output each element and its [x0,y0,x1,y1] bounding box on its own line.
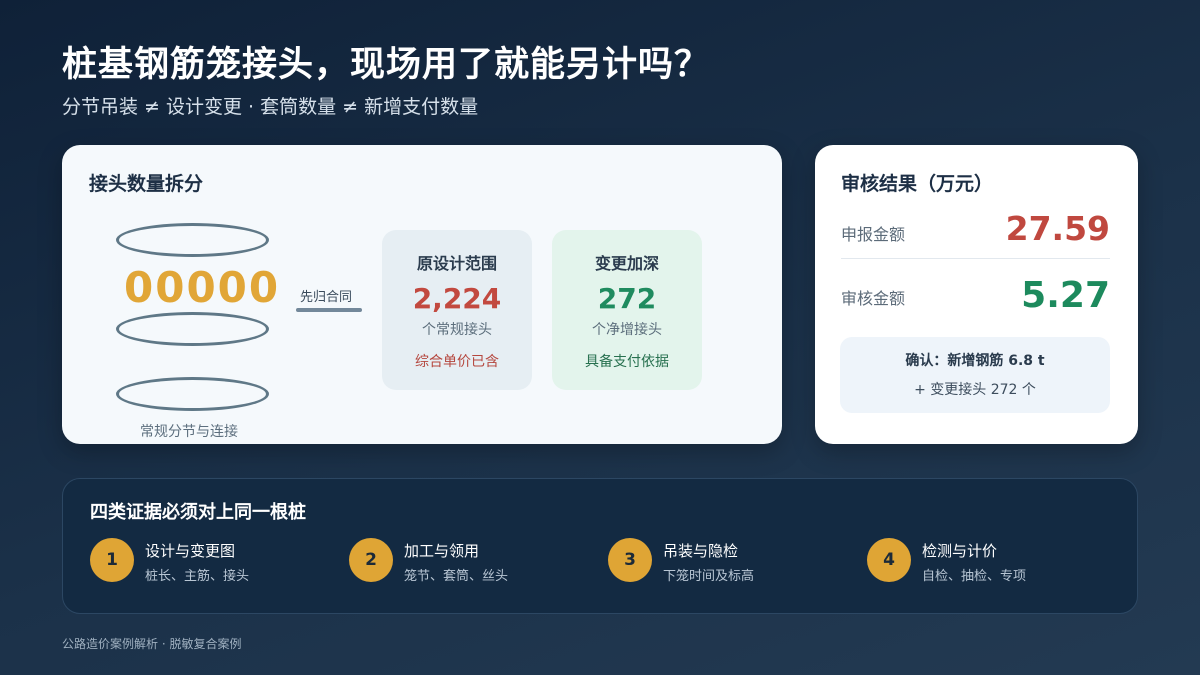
step-title: 设计与变更图 [145,542,236,560]
audited-amount-label: 审核金额 [841,289,906,308]
evidence-step-1: 1 设计与变更图 桩长、主筋、接头 [90,538,340,584]
joint-breakdown-title: 接头数量拆分 [89,173,204,195]
original-scope-note: 综合单价已含 [415,354,499,370]
step-title: 吊装与隐检 [663,542,739,560]
audit-result-title: 审核结果（万元） [841,173,994,195]
original-scope-title: 原设计范围 [416,254,497,273]
merge-connector [296,308,362,312]
evidence-panel: 四类证据必须对上同一根桩 1 设计与变更图 桩长、主筋、接头 2 加工与领用 笼… [62,478,1138,614]
audit-result-card: 审核结果（万元） 申报金额 27.59 审核金额 5.27 确认：新增钢筋 6.… [815,145,1138,444]
original-scope-unit: 个常规接头 [422,322,492,338]
original-scope-box: 原设计范围 2,224 个常规接头 综合单价已含 [382,230,532,390]
evidence-title: 四类证据必须对上同一根桩 [90,502,306,523]
declared-amount-label: 申报金额 [841,225,906,244]
footer-note: 公路造价案例解析 · 脱敏复合案例 [62,637,242,651]
change-deepening-note: 具备支付依据 [585,354,669,370]
audited-amount-value: 5.27 [1021,275,1110,316]
evidence-step-4: 4 检测与计价 自检、抽检、专项 [867,538,1117,584]
evidence-step-3: 3 吊装与隐检 下笼时间及标高 [608,538,858,584]
declared-amount-row: 申报金额 27.59 [841,205,1110,259]
confirmation-rebar: 确认：新增钢筋 6.8 t [905,353,1045,369]
cage-ring-middle [116,312,269,346]
confirmation-joints: + 变更接头 272 个 [914,382,1036,398]
step-title: 加工与领用 [404,542,480,560]
page-subtitle: 分节吊装 ≠ 设计变更 · 套筒数量 ≠ 新增支付数量 [62,96,479,118]
audited-amount-row: 审核金额 5.27 [841,269,1110,319]
cage-ring-bottom [116,377,269,411]
step-number-badge: 4 [867,538,911,582]
cage-caption: 常规分节与连接 [140,424,238,440]
step-number-badge: 1 [90,538,134,582]
change-deepening-box: 变更加深 272 个净增接头 具备支付依据 [552,230,702,390]
step-number-badge: 2 [349,538,393,582]
page-title: 桩基钢筋笼接头，现场用了就能另计吗？ [62,45,711,85]
step-title: 检测与计价 [922,542,998,560]
evidence-step-2: 2 加工与领用 笼节、套筒、丝头 [349,538,599,584]
joint-glyphs: 00000 [124,263,281,312]
declared-amount-value: 27.59 [1005,209,1110,248]
change-deepening-value: 272 [597,282,657,315]
merge-label: 先归合同 [300,290,353,305]
step-number-badge: 3 [608,538,652,582]
change-deepening-unit: 个净增接头 [592,322,662,338]
step-description: 下笼时间及标高 [663,569,755,584]
cage-ring-top [116,223,269,257]
original-scope-value: 2,224 [412,282,502,315]
step-description: 自检、抽检、专项 [922,569,1027,584]
confirmation-box: 确认：新增钢筋 6.8 t + 变更接头 272 个 [840,337,1110,413]
joint-breakdown-card: 接头数量拆分 00000 常规分节与连接 先归合同 原设计范围 2,224 个常… [62,145,782,444]
step-description: 桩长、主筋、接头 [145,569,250,584]
rebar-cage-illustration [116,223,271,413]
step-description: 笼节、套筒、丝头 [404,569,509,584]
change-deepening-title: 变更加深 [594,254,659,273]
